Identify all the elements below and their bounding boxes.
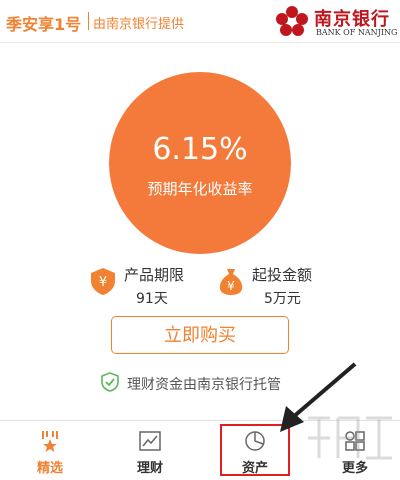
bank-name-en: BANK OF NANJING — [316, 28, 398, 37]
buy-now-button[interactable]: 立即购买 — [111, 316, 289, 354]
term-value: 91天 — [136, 291, 168, 307]
term-info: ¥ 产品期限 91天 — [88, 264, 218, 310]
tab-finance[interactable]: 理财 — [100, 421, 200, 480]
svg-text:¥: ¥ — [99, 275, 107, 290]
yuan-shield-icon: ¥ — [91, 268, 115, 295]
term-label: 产品期限 — [124, 266, 185, 284]
tab-label: 精选 — [36, 461, 63, 476]
min-invest-label: 起投金额 — [252, 266, 313, 284]
min-invest-value: 5万元 — [264, 291, 301, 307]
rate-value: 6.15% — [152, 132, 248, 167]
rate-label: 预期年化收益率 — [147, 180, 253, 198]
chart-icon — [139, 431, 161, 451]
bank-logo-icon — [276, 6, 308, 36]
min-invest-info: ¥ 起投金额 5万元 — [216, 264, 346, 310]
medal-icon — [42, 431, 58, 452]
provider-text: 由南京银行提供 — [93, 17, 185, 32]
rate-circle: 6.15% 预期年化收益率 — [109, 72, 291, 254]
svg-text:¥: ¥ — [227, 279, 235, 293]
tab-label: 理财 — [136, 461, 163, 476]
top-header: 季安享1号 由南京银行提供 南京银行 BANK OF NANJING — [0, 0, 400, 43]
product-name: 季安享1号 — [6, 15, 82, 34]
watermark-icon — [308, 416, 392, 460]
money-bag-icon: ¥ — [219, 269, 243, 295]
custody-note: 理财资金由南京银行托管 — [127, 377, 281, 393]
tab-featured[interactable]: 精选 — [0, 421, 100, 480]
shield-check-icon — [101, 372, 119, 392]
header-divider — [88, 12, 89, 30]
